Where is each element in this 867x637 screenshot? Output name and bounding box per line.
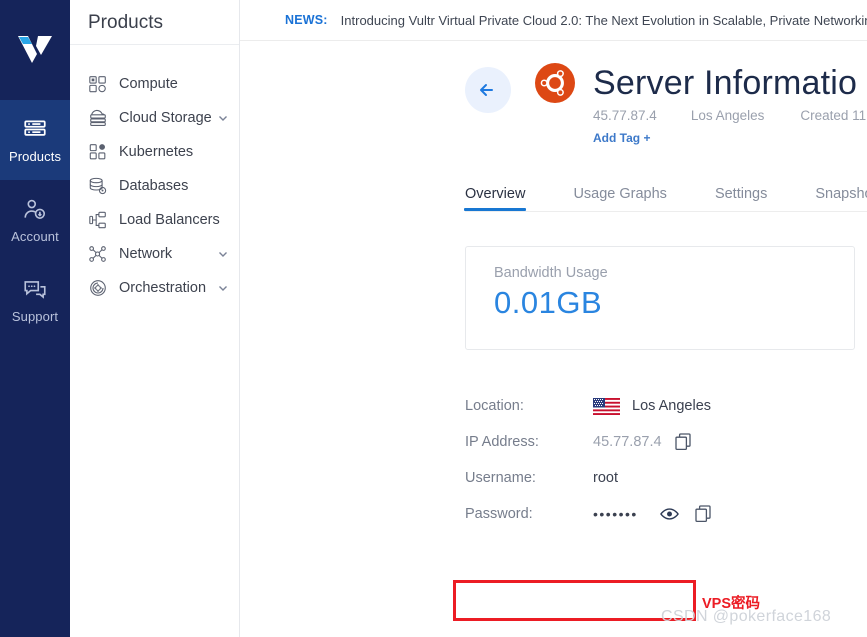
products-panel: Products Compute Cloud Storage Kubernete…: [70, 0, 240, 637]
meta-ip: 45.77.87.4: [593, 108, 657, 123]
watermark-text: CSDN @pokerface168: [661, 608, 832, 625]
us-flag-icon: [593, 397, 620, 415]
tab-snapshots[interactable]: Snapshots: [815, 186, 867, 211]
rail-item-products[interactable]: Products: [0, 100, 70, 180]
cloud-storage-icon: [90, 109, 106, 127]
load-balancer-icon: [89, 211, 106, 229]
username-value: root: [593, 470, 618, 486]
ip-value: 45.77.87.4: [593, 434, 662, 450]
ubuntu-logo-icon: [535, 63, 575, 103]
rail-item-support[interactable]: Support: [0, 260, 70, 340]
ip-value-wrap: 45.77.87.4: [593, 433, 691, 451]
copy-icon[interactable]: [674, 433, 691, 451]
server-detail-content: Server Informatio 45.77.87.4 Los Angeles…: [240, 41, 867, 532]
menu-item-label: Network: [119, 246, 173, 262]
location-label: Location:: [465, 398, 524, 414]
app-root: Products Account Support Products Comput…: [0, 0, 867, 637]
back-arrow-icon: [480, 84, 493, 96]
bandwidth-value: 0.01GB: [494, 285, 603, 320]
password-value-wrap: •••••••: [593, 505, 711, 523]
meta-created: Created 11 hou: [800, 108, 867, 123]
news-banner-text[interactable]: Introducing Vultr Virtual Private Cloud …: [341, 13, 867, 28]
chevron-down-icon[interactable]: [217, 248, 229, 260]
server-info-list: Location: Los Angeles IP Address: 45.77.…: [465, 388, 867, 532]
menu-item-cloud-storage[interactable]: Cloud Storage: [70, 101, 239, 135]
server-stack-icon: [24, 119, 46, 136]
tab-overview[interactable]: Overview: [463, 186, 527, 211]
menu-item-kubernetes[interactable]: Kubernetes: [70, 135, 239, 169]
chevron-down-icon[interactable]: [217, 282, 229, 294]
database-icon: [89, 177, 107, 195]
title-line: Server Informatio: [535, 63, 867, 103]
rail-item-label: Products: [8, 148, 62, 164]
header-text-block: Server Informatio 45.77.87.4 Los Angeles…: [535, 63, 867, 147]
news-banner: NEWS: Introducing Vultr Virtual Private …: [240, 0, 867, 41]
tab-bar-rule: [465, 211, 867, 212]
bandwidth-label: Bandwidth Usage: [494, 265, 608, 281]
menu-item-label: Cloud Storage: [119, 110, 212, 126]
ip-label: IP Address:: [465, 434, 539, 450]
orchestration-icon: [90, 280, 106, 296]
password-label: Password:: [465, 506, 533, 522]
products-menu: Compute Cloud Storage Kubernetes Databas…: [70, 45, 239, 305]
menu-item-orchestration[interactable]: Orchestration: [70, 271, 239, 305]
kubernetes-icon: [89, 144, 106, 160]
info-row-location: Location: Los Angeles: [465, 388, 867, 424]
menu-item-label: Orchestration: [119, 280, 207, 296]
products-panel-title: Products: [88, 12, 163, 33]
page-header: Server Informatio 45.77.87.4 Los Angeles…: [465, 41, 867, 147]
bandwidth-usage-card: Bandwidth Usage 0.01GB: [465, 246, 855, 350]
rail-item-label: Support: [11, 308, 59, 324]
server-meta: 45.77.87.4 Los Angeles Created 11 hou: [593, 108, 867, 123]
chevron-down-icon[interactable]: [217, 112, 229, 124]
menu-item-databases[interactable]: Databases: [70, 169, 239, 203]
add-tag-link[interactable]: Add Tag +: [593, 131, 650, 145]
menu-item-label: Load Balancers: [119, 212, 220, 228]
tab-bar: Overview Usage Graphs Settings Snapshots: [463, 177, 867, 211]
menu-item-network[interactable]: Network: [70, 237, 239, 271]
copy-icon[interactable]: [695, 505, 711, 523]
rail-item-account[interactable]: Account: [0, 180, 70, 260]
back-button[interactable]: [465, 67, 511, 113]
menu-item-load-balancers[interactable]: Load Balancers: [70, 203, 239, 237]
location-value-wrap: Los Angeles: [593, 397, 712, 415]
tab-settings[interactable]: Settings: [715, 186, 767, 211]
news-banner-tag: NEWS:: [285, 13, 328, 27]
menu-item-compute[interactable]: Compute: [70, 67, 239, 101]
menu-item-label: Databases: [119, 178, 189, 194]
primary-nav-rail: Products Account Support: [0, 0, 70, 637]
meta-location: Los Angeles: [690, 108, 765, 123]
compute-icon: [89, 76, 106, 93]
network-icon: [89, 246, 106, 262]
password-value: •••••••: [593, 506, 638, 522]
menu-item-label: Compute: [119, 76, 178, 92]
rail-item-label: Account: [11, 228, 59, 244]
location-value: Los Angeles: [632, 398, 712, 414]
menu-item-label: Kubernetes: [119, 144, 194, 160]
info-row-ip: IP Address: 45.77.87.4: [465, 424, 867, 460]
eye-reveal-icon[interactable]: [659, 507, 679, 521]
main-content: NEWS: Introducing Vultr Virtual Private …: [240, 0, 867, 637]
vultr-logo[interactable]: [0, 0, 70, 100]
info-row-username: Username: root: [465, 460, 867, 496]
user-account-icon: [24, 199, 46, 219]
tab-usage-graphs[interactable]: Usage Graphs: [573, 186, 667, 211]
vultr-logo-icon: [18, 36, 52, 63]
page-title: Server Informatio: [593, 63, 858, 102]
username-label: Username:: [465, 470, 536, 486]
chat-support-icon: [24, 280, 46, 299]
info-row-password: Password: •••••••: [465, 496, 867, 532]
